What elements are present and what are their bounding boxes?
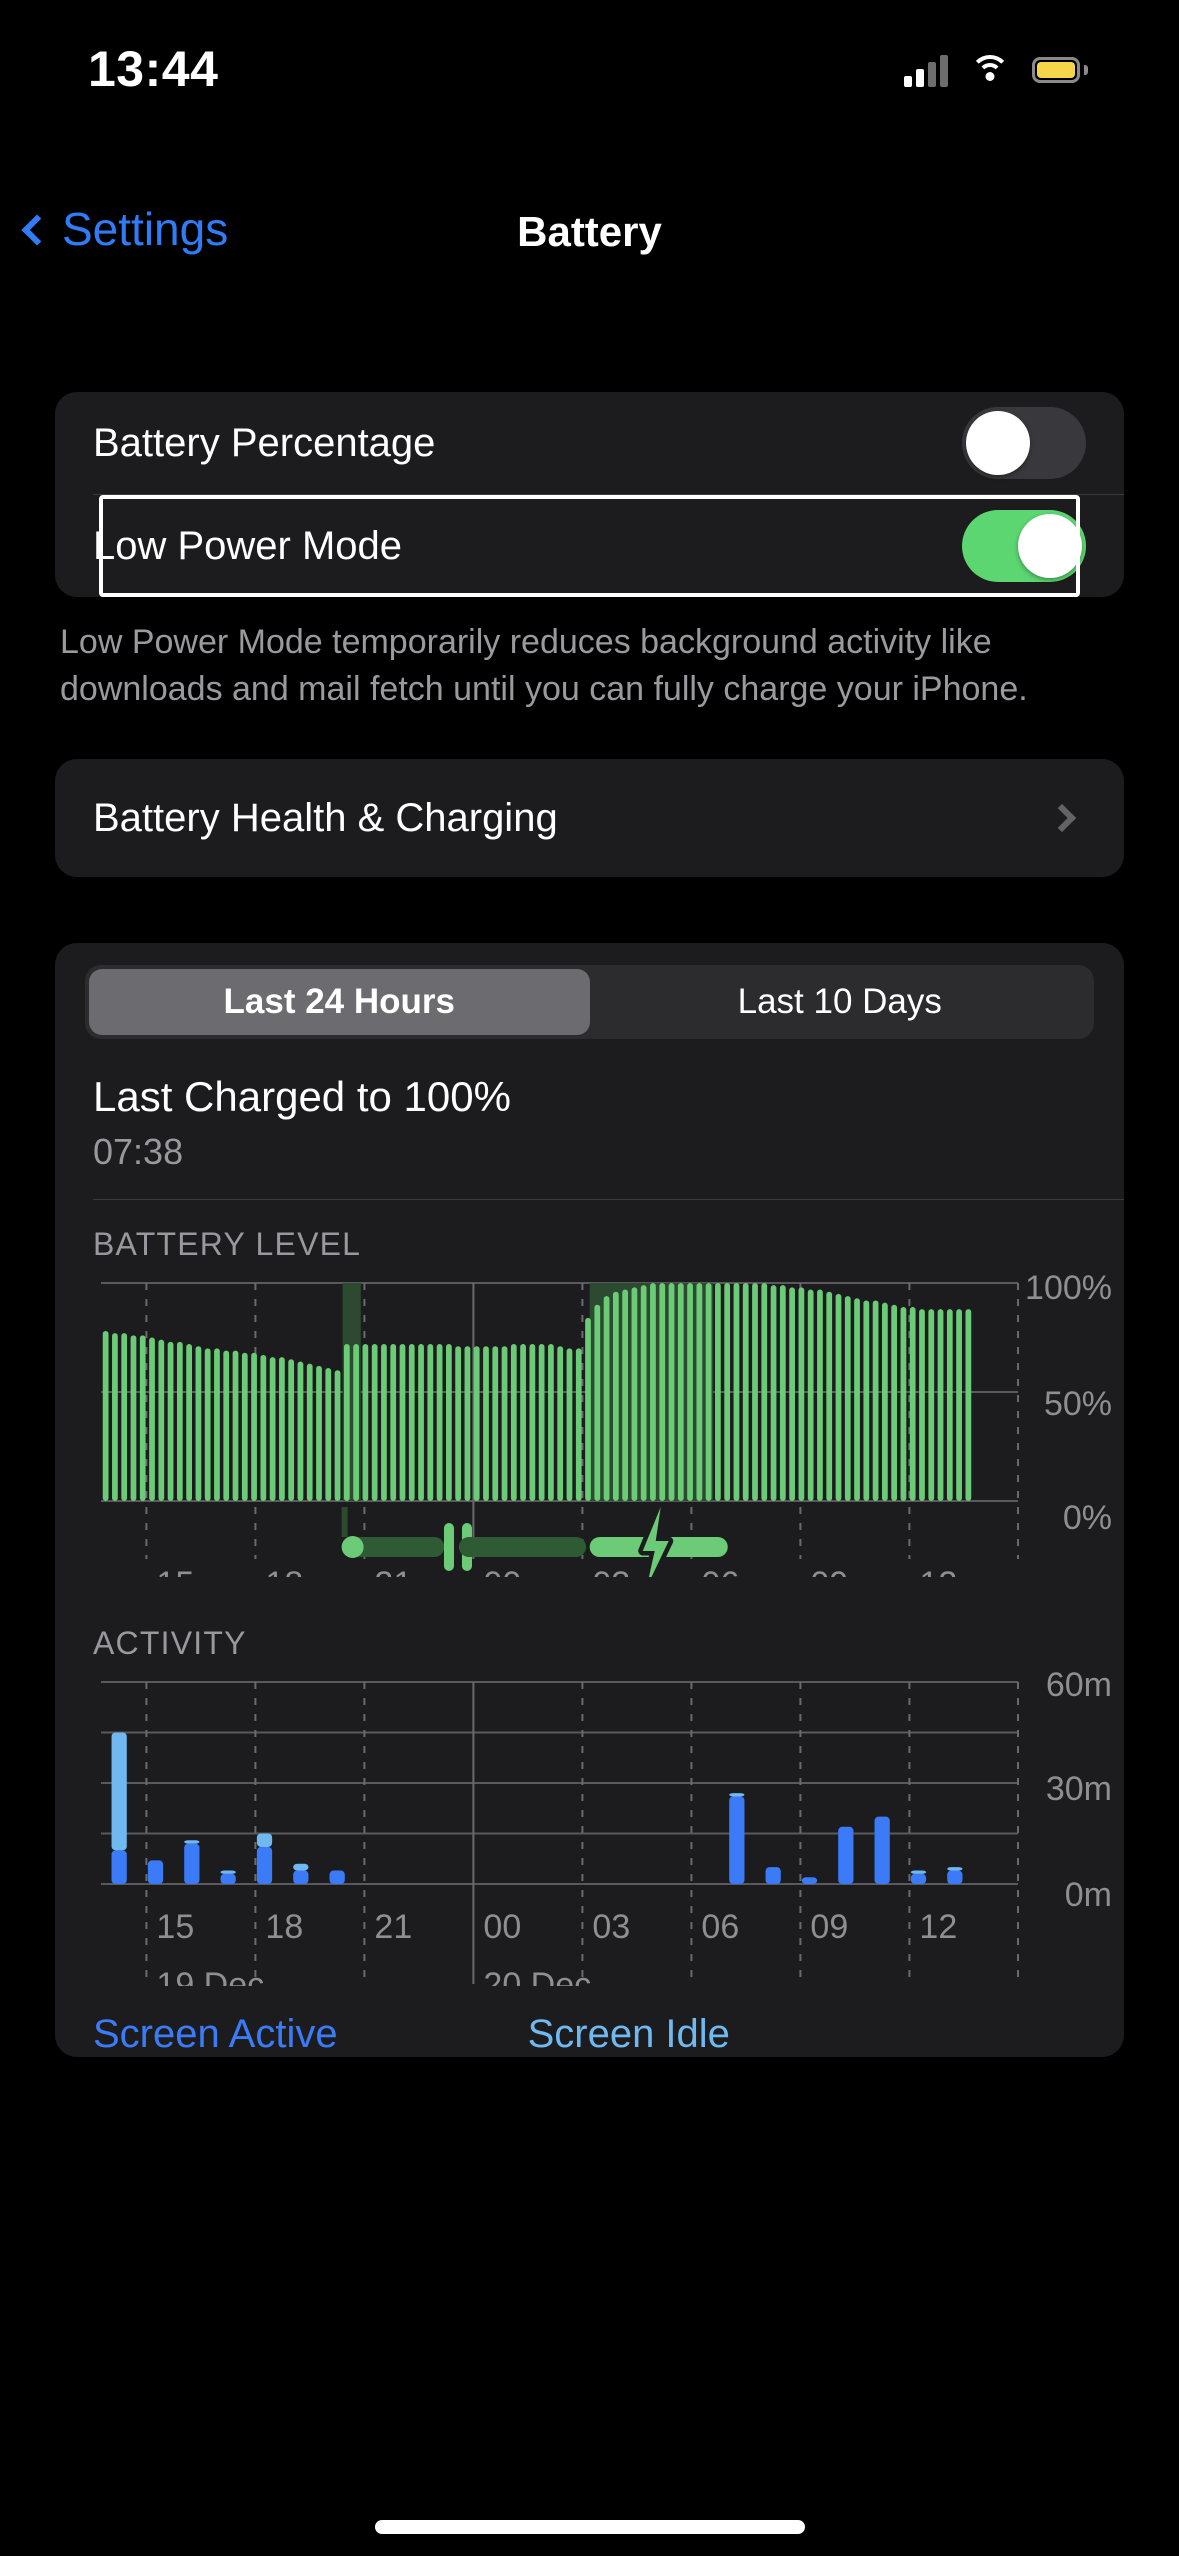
svg-text:00: 00 xyxy=(483,1565,521,1577)
battery-usage-card: Last 24 Hours Last 10 Days Last Charged … xyxy=(55,943,1124,2057)
wifi-icon xyxy=(970,54,1010,85)
battery-level-chart[interactable]: 15 18 21 00 03 06 09 12 100% 50% 0% xyxy=(93,1269,1124,1577)
toggle-knob xyxy=(966,411,1030,475)
battery-percentage-toggle[interactable] xyxy=(962,407,1086,479)
svg-text:15: 15 xyxy=(156,1908,194,1946)
last-charged-time: 07:38 xyxy=(93,1131,184,1172)
svg-text:06: 06 xyxy=(701,1565,739,1577)
content-scroll-area[interactable]: Battery Percentage Low Power Mode Low Po… xyxy=(0,392,1179,2057)
battery-settings-card: Battery Percentage Low Power Mode xyxy=(55,392,1124,597)
low-power-mode-label: Low Power Mode xyxy=(93,523,403,568)
svg-text:15: 15 xyxy=(156,1565,194,1577)
row-battery-percentage[interactable]: Battery Percentage xyxy=(55,392,1124,494)
low-power-mode-row-wrapper: Low Power Mode xyxy=(55,495,1124,597)
last-charged-title: Last Charged to 100% xyxy=(93,1073,511,1120)
activity-ytick-30: 30m xyxy=(1045,1770,1112,1808)
svg-text:12: 12 xyxy=(919,1565,957,1577)
battery-health-card: Battery Health & Charging xyxy=(55,759,1124,877)
home-indicator[interactable] xyxy=(374,2520,805,2534)
status-bar-time: 13:44 xyxy=(88,40,219,97)
svg-text:09: 09 xyxy=(810,1565,848,1577)
activity-legend: Screen Active Screen Idle xyxy=(93,2012,1124,2057)
svg-text:21: 21 xyxy=(374,1565,412,1577)
activity-ytick-0: 0m xyxy=(1064,1876,1112,1914)
cellular-signal-icon xyxy=(904,53,948,87)
toggle-knob xyxy=(1018,514,1082,578)
row-low-power-mode[interactable]: Low Power Mode xyxy=(55,495,1124,597)
legend-screen-idle: Screen Idle xyxy=(527,2012,730,2056)
activity-ytick-60: 60m xyxy=(1045,1666,1112,1704)
legend-screen-active: Screen Active xyxy=(93,2012,338,2056)
svg-text:20 Dec: 20 Dec xyxy=(483,1966,591,1986)
row-battery-health[interactable]: Battery Health & Charging xyxy=(55,759,1124,877)
battery-ytick-0: 0% xyxy=(1062,1499,1112,1537)
battery-ytick-50: 50% xyxy=(1043,1385,1112,1423)
low-power-mode-footnote: Low Power Mode temporarily reduces backg… xyxy=(60,623,1028,708)
battery-icon xyxy=(1032,56,1088,83)
battery-level-section-title: BATTERY LEVEL xyxy=(93,1226,362,1262)
svg-text:09: 09 xyxy=(810,1908,848,1946)
battery-health-label: Battery Health & Charging xyxy=(93,795,558,840)
activity-chart-svg: 15 18 21 00 03 06 09 12 19 Dec 20 Dec xyxy=(101,1681,1019,1986)
segment-last-24-hours[interactable]: Last 24 Hours xyxy=(89,969,590,1035)
svg-text:03: 03 xyxy=(592,1565,630,1577)
segment-last-10-days[interactable]: Last 10 Days xyxy=(590,969,1091,1035)
svg-text:18: 18 xyxy=(265,1908,303,1946)
svg-text:03: 03 xyxy=(592,1908,630,1946)
battery-percentage-label: Battery Percentage xyxy=(93,420,436,465)
page-title: Battery xyxy=(517,208,662,255)
svg-text:00: 00 xyxy=(483,1908,521,1946)
low-power-mode-toggle[interactable] xyxy=(962,510,1086,582)
navigation-bar: Settings Battery xyxy=(0,180,1179,290)
svg-text:12: 12 xyxy=(919,1908,957,1946)
activity-chart[interactable]: 15 18 21 00 03 06 09 12 19 Dec 20 Dec 60m 30m 0m xyxy=(93,1666,1124,1986)
battery-ytick-100: 100% xyxy=(1025,1269,1112,1307)
time-range-segmented-control[interactable]: Last 24 Hours Last 10 Days xyxy=(85,965,1094,1039)
chevron-right-icon xyxy=(1047,803,1077,833)
svg-text:21: 21 xyxy=(374,1908,412,1946)
activity-section-title: ACTIVITY xyxy=(93,1625,247,1661)
svg-text:18: 18 xyxy=(265,1565,303,1577)
svg-text:06: 06 xyxy=(701,1908,739,1946)
svg-text:19 Dec: 19 Dec xyxy=(156,1966,264,1986)
section-divider xyxy=(93,1199,1124,1200)
battery-level-chart-svg: 15 18 21 00 03 06 09 12 xyxy=(101,1282,1019,1577)
status-bar-icons xyxy=(904,53,1088,87)
status-bar: 13:44 xyxy=(0,0,1179,115)
